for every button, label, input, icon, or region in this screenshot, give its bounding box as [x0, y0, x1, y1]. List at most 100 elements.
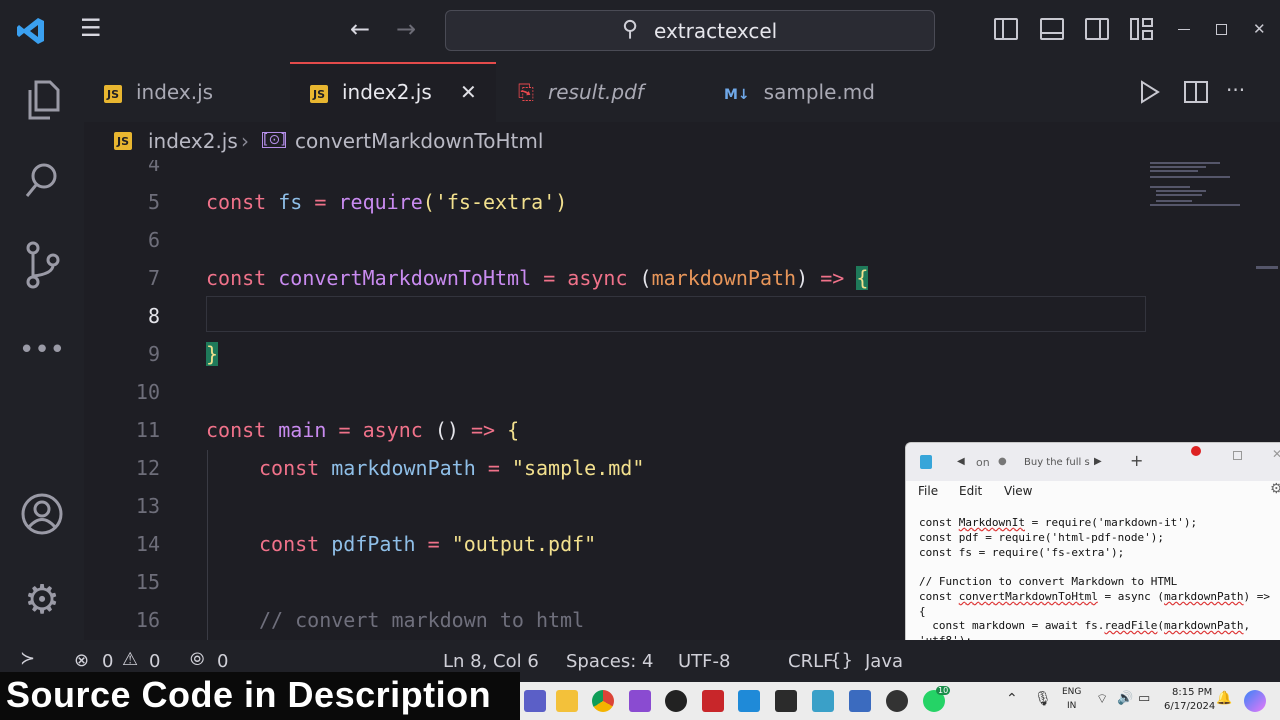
command-search-box[interactable]: ⚲ extractexcel	[445, 10, 935, 51]
notepad-menu-file[interactable]: File	[918, 484, 938, 498]
minimap[interactable]	[1146, 160, 1256, 220]
search-icon[interactable]	[18, 158, 66, 206]
calculator-icon[interactable]	[812, 690, 834, 712]
close-window-icon[interactable]: ✕	[1253, 20, 1266, 38]
notepad-menu-edit[interactable]: Edit	[959, 484, 982, 498]
region-indicator: IN	[1067, 701, 1077, 711]
close-icon[interactable]: ✕	[1272, 447, 1280, 461]
minimize-icon[interactable]	[1178, 29, 1190, 30]
run-icon[interactable]	[1139, 80, 1161, 108]
line-number: 9	[147, 342, 160, 366]
volume-icon[interactable]: 🔊	[1117, 691, 1133, 706]
ports-count[interactable]: 0	[217, 651, 228, 672]
restore-icon[interactable]	[1216, 24, 1227, 35]
notepad-tab-2[interactable]: Buy the full s	[1024, 457, 1090, 468]
more-icon[interactable]: •••	[18, 326, 66, 374]
toggle-panel-icon[interactable]	[1040, 18, 1064, 40]
tab-scroll-right-icon[interactable]: ▶	[1094, 456, 1102, 467]
vscode-taskbar-icon[interactable]	[738, 690, 760, 712]
vscode-logo-icon	[16, 16, 46, 46]
js-file-icon: JS	[310, 84, 328, 103]
language-indicator[interactable]: ENG	[1062, 687, 1081, 697]
notepad-line: {	[919, 605, 926, 618]
line-number: 11	[135, 418, 160, 442]
current-line-highlight	[206, 296, 1146, 332]
split-editor-icon[interactable]	[1184, 81, 1208, 103]
scrollbar[interactable]	[1256, 266, 1278, 269]
pdf-icon: ⎘	[518, 80, 534, 104]
notepad-line: const pdf = require('html-pdf-node');	[919, 531, 1165, 544]
remote-icon[interactable]: ≻	[20, 648, 35, 669]
forward-arrow-icon[interactable]: →	[396, 15, 416, 43]
tab-scroll-left-icon[interactable]: ◀	[957, 456, 965, 467]
cursor-position[interactable]: Ln 8, Col 6	[443, 651, 539, 672]
toggle-secondary-sidebar-icon[interactable]	[1085, 18, 1109, 40]
copilot-icon[interactable]	[1244, 690, 1266, 712]
file-explorer-icon[interactable]	[556, 690, 578, 712]
line-number: 15	[135, 570, 160, 594]
source-control-icon[interactable]	[18, 240, 66, 289]
language-braces-icon: {}	[830, 650, 853, 671]
terminal-icon[interactable]	[775, 690, 797, 712]
title-bar: ☰ ← → ⚲ extractexcel ✕	[0, 0, 1280, 62]
tab-index2-js[interactable]: JS index2.js ✕	[290, 62, 496, 122]
tab-sample-md[interactable]: M↓ sample.md	[724, 62, 924, 122]
error-count[interactable]: 0	[102, 651, 113, 672]
indent-guide	[207, 450, 208, 640]
notifications-bell-icon[interactable]: 🔔	[1216, 691, 1232, 706]
tab-label: sample.md	[763, 80, 875, 104]
tab-index-js[interactable]: JS index.js	[104, 62, 290, 122]
line-number: 13	[135, 494, 160, 518]
chrome-icon[interactable]	[592, 690, 614, 712]
battery-icon[interactable]: ▭	[1138, 691, 1150, 706]
app-icon[interactable]	[629, 690, 651, 712]
teams-icon[interactable]	[524, 690, 546, 712]
toggle-primary-sidebar-icon[interactable]	[994, 18, 1018, 40]
accounts-icon[interactable]	[18, 492, 66, 540]
clock-date[interactable]: 6/17/2024	[1164, 701, 1215, 712]
tab-label: index2.js	[342, 80, 432, 104]
notepad-line: const MarkdownIt = require('markdown-it'…	[919, 516, 1198, 529]
new-tab-icon[interactable]: +	[1130, 451, 1143, 470]
tab-label: result.pdf	[548, 80, 644, 104]
media-player-icon[interactable]	[665, 690, 687, 712]
filezilla-icon[interactable]	[702, 690, 724, 712]
line-ending[interactable]: CRLF	[788, 651, 833, 672]
explorer-icon[interactable]	[18, 76, 66, 124]
notepad-settings-gear-icon[interactable]: ⚙	[1270, 481, 1280, 497]
line-number: 5	[147, 190, 160, 214]
customize-layout-icon[interactable]	[1130, 18, 1154, 40]
menu-icon[interactable]: ☰	[80, 14, 102, 42]
obs-icon[interactable]	[886, 690, 908, 712]
tab-label: index.js	[136, 80, 214, 104]
indentation[interactable]: Spaces: 4	[566, 651, 653, 672]
close-tab-icon[interactable]: ✕	[460, 64, 477, 120]
ports-icon[interactable]: ⦾	[190, 649, 204, 670]
breadcrumb-separator: ›	[241, 129, 249, 153]
code-line-11: const main = async () => {	[206, 418, 520, 442]
breadcrumb-file[interactable]: index2.js	[148, 129, 238, 153]
notepad-menu-view[interactable]: View	[1004, 484, 1032, 498]
notepad-tab[interactable]: on	[976, 456, 990, 469]
error-icon[interactable]: ⊗	[74, 650, 89, 671]
windows-taskbar: 10 ⌃ 🎙 ENG IN ⌔ 🔊 ▭ 8:15 PM 6/17/2024 🔔	[520, 682, 1280, 720]
chevron-up-icon[interactable]: ⌃	[1006, 691, 1018, 707]
network-app-icon[interactable]	[849, 690, 871, 712]
maximize-icon[interactable]	[1233, 451, 1242, 460]
wifi-icon[interactable]: ⌔	[1096, 691, 1108, 707]
tab-dot-icon: ●	[998, 456, 1007, 467]
microphone-icon[interactable]: 🎙	[1034, 691, 1052, 707]
search-icon: ⚲	[622, 17, 639, 42]
language-mode[interactable]: Java	[865, 651, 905, 672]
settings-gear-icon[interactable]: ⚙	[18, 576, 66, 624]
more-actions-icon[interactable]: ···	[1226, 78, 1245, 102]
warning-count[interactable]: 0	[149, 651, 160, 672]
tab-result-pdf[interactable]: ⎘ result.pdf	[518, 62, 708, 122]
clock-time[interactable]: 8:15 PM	[1172, 687, 1212, 698]
back-arrow-icon[interactable]: ←	[350, 15, 370, 43]
warning-icon[interactable]: ⚠	[122, 649, 138, 670]
banner-text: Source Code in Description	[6, 674, 492, 715]
whatsapp-badge: 10	[936, 686, 951, 695]
breadcrumb-symbol[interactable]: convertMarkdownToHtml	[295, 129, 543, 153]
encoding[interactable]: UTF-8	[678, 651, 730, 672]
